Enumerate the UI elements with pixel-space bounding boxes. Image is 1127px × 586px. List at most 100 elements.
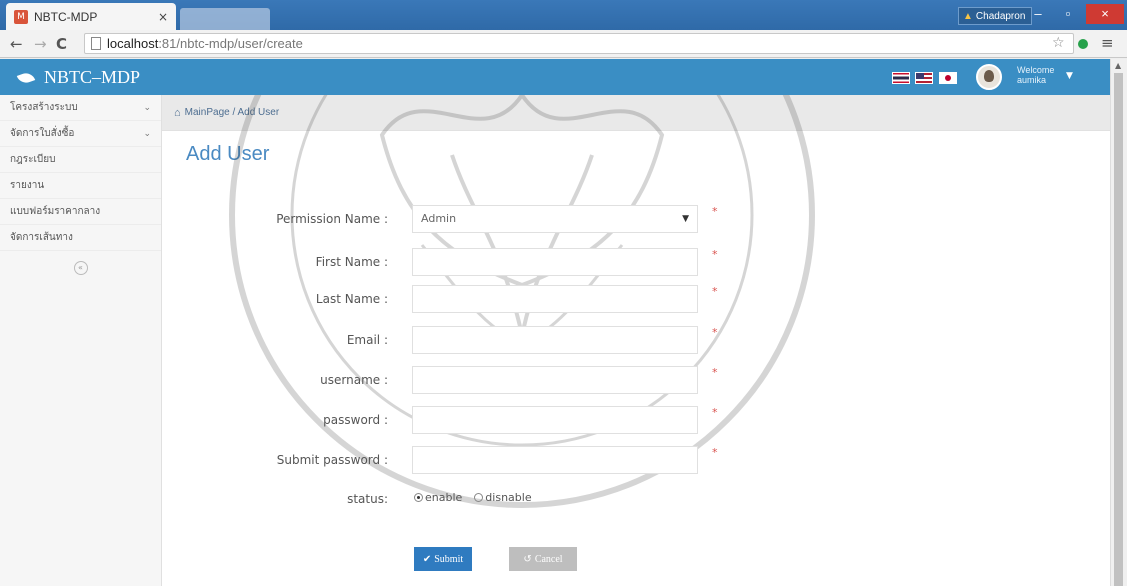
first-name-input[interactable] <box>412 248 698 276</box>
app-header: NBTC–MDP Welcome aumika ▼ <box>0 59 1110 95</box>
avatar[interactable] <box>976 64 1002 90</box>
browser-profile-chip[interactable]: ▲ Chadapron <box>958 7 1033 25</box>
submit-password-label: Submit password : <box>276 453 388 467</box>
first-name-row: First Name : * <box>162 248 1110 276</box>
tab-close-icon[interactable]: × <box>158 10 168 24</box>
radio-enable[interactable] <box>414 493 423 502</box>
page-icon <box>91 37 101 50</box>
scroll-up-icon[interactable]: ▲ <box>1115 61 1121 70</box>
browser-address-bar: ← → C localhost:81/nbtc-mdp/user/create … <box>0 30 1127 58</box>
username-display: aumika <box>1017 75 1047 85</box>
browser-menu-icon[interactable]: ≡ <box>1101 34 1114 52</box>
sidebar: โครงสร้างระบบ ⌄ จัดการใบสั่งซื้อ ⌄ กฎระเ… <box>0 95 162 586</box>
warning-icon: ▲ <box>963 11 973 22</box>
sidebar-item-routes[interactable]: จัดการเส้นทาง <box>0 225 161 251</box>
password-input[interactable] <box>412 406 698 434</box>
permission-select[interactable]: Admin ▼ <box>412 205 698 233</box>
sidebar-item-regulations[interactable]: กฎระเบียบ <box>0 147 161 173</box>
status-radio-group: enable disnable <box>414 491 544 504</box>
sidebar-item-label: จัดการเส้นทาง <box>10 232 73 243</box>
favicon-icon: M <box>14 9 28 24</box>
scroll-thumb[interactable] <box>1114 73 1123 586</box>
radio-disable[interactable] <box>474 493 484 502</box>
submit-button[interactable]: ✔ Submit <box>414 547 472 571</box>
breadcrumb: ⌂ MainPage / Add User <box>162 95 1110 131</box>
sidebar-item-purchase-orders[interactable]: จัดการใบสั่งซื้อ ⌄ <box>0 121 161 147</box>
profile-name: Chadapron <box>975 11 1026 22</box>
status-row: status: enable disnable <box>162 489 1110 509</box>
page-scrollbar[interactable]: ▲ <box>1110 59 1127 586</box>
cancel-button[interactable]: ↺ Cancel <box>509 547 577 571</box>
status-label: status: <box>347 492 388 506</box>
required-mark: * <box>712 285 718 298</box>
status-disable-option[interactable]: disnable <box>474 491 532 504</box>
breadcrumb-text[interactable]: MainPage / Add User <box>185 107 280 118</box>
main-content: ⌂ MainPage / Add User Add User Permissio… <box>162 95 1110 586</box>
last-name-row: Last Name : * <box>162 285 1110 313</box>
brand-logo[interactable]: NBTC–MDP <box>16 67 141 88</box>
required-mark: * <box>712 446 718 459</box>
window-minimize-button[interactable]: – <box>1024 4 1052 24</box>
url-host: localhost <box>107 36 159 51</box>
check-icon: ✔ <box>422 553 432 565</box>
window-maximize-button[interactable]: ▫ <box>1054 4 1082 24</box>
required-mark: * <box>712 406 718 419</box>
sidebar-item-label: โครงสร้างระบบ <box>10 102 78 113</box>
last-name-input[interactable] <box>412 285 698 313</box>
new-tab-button[interactable] <box>180 8 270 30</box>
leaf-icon <box>16 70 36 85</box>
password-row: password : * <box>162 406 1110 434</box>
sidebar-item-label: จัดการใบสั่งซื้อ <box>10 128 75 139</box>
home-icon[interactable]: ⌂ <box>174 107 181 119</box>
submit-password-input[interactable] <box>412 446 698 474</box>
browser-tab[interactable]: M NBTC-MDP × <box>6 3 176 30</box>
url-input[interactable]: localhost:81/nbtc-mdp/user/create <box>84 33 1074 54</box>
caret-down-icon[interactable]: ▼ <box>1066 71 1073 81</box>
sidebar-item-label: กฎระเบียบ <box>10 154 56 165</box>
radio-enable-label: enable <box>425 491 463 504</box>
permission-label: Permission Name : <box>276 212 388 226</box>
window-close-button[interactable]: × <box>1086 4 1124 24</box>
chevron-down-icon: ⌄ <box>143 102 151 113</box>
email-label: Email : <box>346 333 388 347</box>
page-title: Add User <box>186 143 270 165</box>
permission-row: Permission Name : Admin ▼ * <box>162 205 1110 233</box>
bookmark-star-icon[interactable]: ☆ <box>1052 35 1065 51</box>
undo-icon: ↺ <box>523 553 532 565</box>
chevron-down-icon: ⌄ <box>143 128 151 139</box>
japan-flag-icon[interactable] <box>939 72 957 84</box>
cancel-label: Cancel <box>534 553 563 565</box>
forward-arrow-icon[interactable]: → <box>34 35 47 53</box>
sidebar-item-system-structure[interactable]: โครงสร้างระบบ ⌄ <box>0 95 161 121</box>
required-mark: * <box>712 248 718 261</box>
welcome-line: Welcome <box>1017 65 1055 75</box>
username-input[interactable] <box>412 366 698 394</box>
back-arrow-icon[interactable]: ← <box>10 35 23 53</box>
sidebar-item-reports[interactable]: รายงาน <box>0 173 161 199</box>
required-mark: * <box>712 366 718 379</box>
status-enable-option[interactable]: enable <box>414 491 462 504</box>
last-name-label: Last Name : <box>315 292 388 306</box>
username-label: username : <box>320 373 388 387</box>
extension-icon[interactable] <box>1078 39 1088 49</box>
thailand-flag-icon[interactable] <box>892 72 910 84</box>
submit-label: Submit <box>434 553 464 565</box>
submit-password-row: Submit password : * <box>162 446 1110 474</box>
sidebar-item-label: รายงาน <box>10 180 45 191</box>
us-flag-icon[interactable] <box>915 72 933 84</box>
username-row: username : * <box>162 366 1110 394</box>
sidebar-collapse-icon[interactable]: « <box>73 261 88 275</box>
email-input[interactable] <box>412 326 698 354</box>
browser-tab-bar: M NBTC-MDP × ▲ Chadapron – ▫ × <box>0 0 1127 30</box>
password-label: password : <box>323 413 388 427</box>
radio-disable-label: disnable <box>485 491 532 504</box>
sidebar-item-label: แบบฟอร์มราคากลาง <box>10 206 101 217</box>
welcome-text[interactable]: Welcome aumika <box>1017 65 1054 85</box>
sidebar-item-price-forms[interactable]: แบบฟอร์มราคากลาง <box>0 199 161 225</box>
reload-icon[interactable]: C <box>56 35 67 53</box>
permission-value: Admin <box>421 212 457 225</box>
required-mark: * <box>712 326 718 339</box>
brand-name: NBTC–MDP <box>44 67 141 87</box>
first-name-label: First Name : <box>315 255 388 269</box>
required-mark: * <box>712 205 718 218</box>
